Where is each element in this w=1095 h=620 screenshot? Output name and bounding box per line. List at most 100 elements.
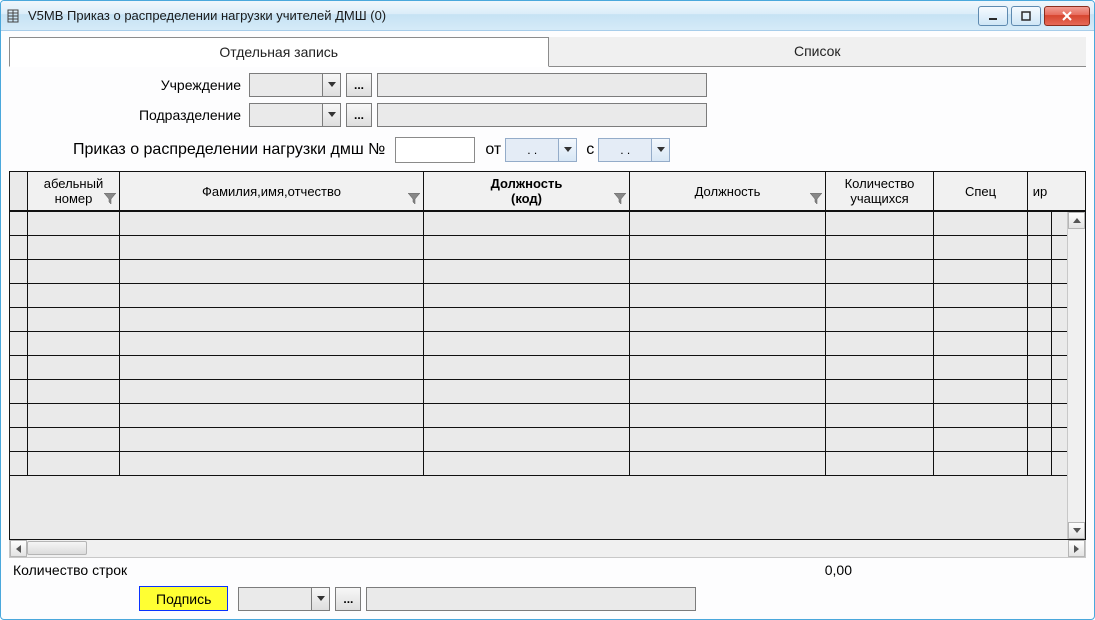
horizontal-scrollbar[interactable] <box>9 540 1086 558</box>
filter-icon[interactable] <box>104 192 116 207</box>
cell[interactable] <box>826 308 934 331</box>
cell[interactable] <box>1028 332 1052 355</box>
date-with-dropdown[interactable]: . . <box>598 138 670 162</box>
col-selector[interactable] <box>10 172 28 210</box>
institution-dropdown[interactable] <box>249 73 341 97</box>
table-row[interactable] <box>10 452 1067 476</box>
signer-dropdown-value[interactable] <box>239 588 311 610</box>
cell[interactable] <box>630 380 826 403</box>
cell[interactable] <box>424 284 630 307</box>
scroll-up-icon[interactable] <box>1068 212 1085 229</box>
row-selector[interactable] <box>10 404 28 427</box>
institution-browse-button[interactable]: ... <box>346 73 372 97</box>
row-selector[interactable] <box>10 452 28 475</box>
cell[interactable] <box>630 452 826 475</box>
scroll-track[interactable] <box>1068 229 1085 522</box>
cell[interactable] <box>28 380 120 403</box>
cell[interactable] <box>424 356 630 379</box>
cell[interactable] <box>28 452 120 475</box>
maximize-button[interactable] <box>1011 6 1041 26</box>
filter-icon[interactable] <box>810 192 822 207</box>
cell[interactable] <box>1028 380 1052 403</box>
table-row[interactable] <box>10 404 1067 428</box>
filter-icon[interactable] <box>614 192 626 207</box>
cell[interactable] <box>1028 260 1052 283</box>
signer-text[interactable] <box>366 587 696 611</box>
cell[interactable] <box>630 356 826 379</box>
col-header-2[interactable]: Должность(код) <box>424 172 630 210</box>
cell[interactable] <box>28 428 120 451</box>
cell[interactable] <box>826 404 934 427</box>
row-selector[interactable] <box>10 212 28 235</box>
department-dropdown[interactable] <box>249 103 341 127</box>
cell[interactable] <box>424 308 630 331</box>
cell[interactable] <box>934 332 1028 355</box>
col-header-1[interactable]: Фамилия,имя,отчество <box>120 172 424 210</box>
cell[interactable] <box>424 380 630 403</box>
chevron-down-icon[interactable] <box>558 139 576 161</box>
cell[interactable] <box>28 284 120 307</box>
table-row[interactable] <box>10 380 1067 404</box>
chevron-down-icon[interactable] <box>651 139 669 161</box>
cell[interactable] <box>630 428 826 451</box>
cell[interactable] <box>630 260 826 283</box>
cell[interactable] <box>120 380 424 403</box>
date-from-value[interactable]: . . <box>506 139 558 161</box>
cell[interactable] <box>934 452 1028 475</box>
cell[interactable] <box>120 404 424 427</box>
table-row[interactable] <box>10 332 1067 356</box>
scroll-down-icon[interactable] <box>1068 522 1085 539</box>
cell[interactable] <box>630 236 826 259</box>
cell[interactable] <box>630 284 826 307</box>
cell[interactable] <box>424 212 630 235</box>
cell[interactable] <box>120 284 424 307</box>
table-row[interactable] <box>10 260 1067 284</box>
cell[interactable] <box>28 236 120 259</box>
table-row[interactable] <box>10 356 1067 380</box>
cell[interactable] <box>934 212 1028 235</box>
row-selector[interactable] <box>10 308 28 331</box>
date-from-dropdown[interactable]: . . <box>505 138 577 162</box>
cell[interactable] <box>826 212 934 235</box>
cell[interactable] <box>1028 308 1052 331</box>
col-header-4[interactable]: Количествоучащихся <box>826 172 934 210</box>
cell[interactable] <box>120 212 424 235</box>
chevron-down-icon[interactable] <box>322 74 340 96</box>
row-selector[interactable] <box>10 284 28 307</box>
col-header-3[interactable]: Должность <box>630 172 826 210</box>
cell[interactable] <box>826 356 934 379</box>
cell[interactable] <box>630 212 826 235</box>
cell[interactable] <box>1028 356 1052 379</box>
cell[interactable] <box>28 356 120 379</box>
cell[interactable] <box>934 380 1028 403</box>
cell[interactable] <box>28 212 120 235</box>
cell[interactable] <box>28 332 120 355</box>
tab-list[interactable]: Список <box>549 37 1087 67</box>
table-row[interactable] <box>10 284 1067 308</box>
cell[interactable] <box>826 236 934 259</box>
institution-text[interactable] <box>377 73 707 97</box>
cell[interactable] <box>630 332 826 355</box>
tab-single-record[interactable]: Отдельная запись <box>9 37 549 67</box>
minimize-button[interactable] <box>978 6 1008 26</box>
cell[interactable] <box>826 428 934 451</box>
cell[interactable] <box>630 404 826 427</box>
table-row[interactable] <box>10 308 1067 332</box>
order-number-input[interactable] <box>395 137 475 163</box>
sign-button[interactable]: Подпись <box>139 586 228 611</box>
col-header-5[interactable]: Спец <box>934 172 1028 210</box>
cell[interactable] <box>28 404 120 427</box>
signer-browse-button[interactable]: ... <box>335 587 361 611</box>
signer-dropdown[interactable] <box>238 587 330 611</box>
cell[interactable] <box>28 260 120 283</box>
cell[interactable] <box>1028 236 1052 259</box>
row-selector[interactable] <box>10 236 28 259</box>
data-grid[interactable]: абельныйномерФамилия,имя,отчествоДолжнос… <box>9 171 1086 540</box>
hscroll-track[interactable] <box>27 540 1068 557</box>
chevron-down-icon[interactable] <box>311 588 329 610</box>
cell[interactable] <box>826 380 934 403</box>
table-row[interactable] <box>10 212 1067 236</box>
cell[interactable] <box>826 332 934 355</box>
cell[interactable] <box>826 452 934 475</box>
cell[interactable] <box>424 452 630 475</box>
